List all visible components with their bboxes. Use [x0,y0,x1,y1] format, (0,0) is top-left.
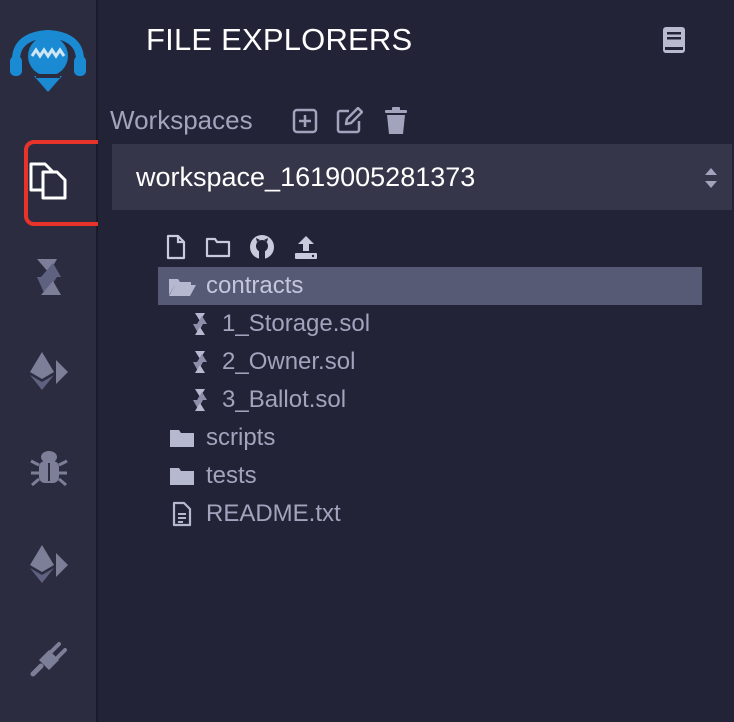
solidity-file-icon [178,350,222,374]
github-icon [250,235,274,259]
trash-icon [385,107,407,134]
tree-folder-tests[interactable]: tests [158,457,257,495]
upload-file-button[interactable] [292,233,320,261]
tree-item-label: 3_Ballot.sol [222,386,347,413]
tree-file-readme[interactable]: README.txt [158,495,341,533]
icon-rail [0,0,98,722]
tree-item-label: 1_Storage.sol [222,310,371,337]
tree-folder-scripts[interactable]: scripts [158,419,275,457]
workspaces-label: Workspaces [110,105,253,135]
folder-icon [158,465,206,487]
new-folder-button[interactable] [204,233,232,261]
rename-workspace-button[interactable] [334,106,364,136]
tree-item-label: README.txt [206,500,341,527]
debugger-icon[interactable] [24,443,74,493]
tree-item-label: scripts [206,424,276,451]
remix-logo-icon[interactable] [6,16,90,96]
file-explorer-icon[interactable] [24,155,74,205]
docs-icon[interactable] [662,26,688,56]
new-file-button[interactable] [162,233,190,261]
workspace-select[interactable]: workspace_1619005281373 [112,144,732,210]
deploy-run-icon[interactable] [24,346,74,396]
plugin-manager-icon[interactable] [24,633,74,683]
plus-square-icon [292,108,318,134]
new-folder-icon [205,237,231,258]
new-file-icon [166,234,186,260]
folder-icon [158,427,206,449]
solidity-compiler-icon[interactable] [24,252,74,302]
tree-file-owner[interactable]: 2_Owner.sol [178,343,355,381]
tree-item-label: 2_Owner.sol [222,348,356,375]
publish-github-button[interactable] [248,233,276,261]
workspace-select-value: workspace_1619005281373 [136,161,476,192]
file-explorer-panel: FILE EXPLORERS Workspaces workspace_1619… [98,0,734,722]
tree-item-label: tests [206,462,257,489]
panel-title: FILE EXPLORERS [146,22,413,57]
text-file-icon [158,501,206,527]
edit-icon [336,107,363,134]
create-workspace-button[interactable] [290,106,320,136]
tree-file-ballot[interactable]: 3_Ballot.sol [178,381,346,419]
solidity-file-icon [178,312,222,336]
ethereum-icon[interactable] [24,539,74,589]
tree-item-label: contracts [206,272,304,299]
folder-open-icon [158,275,206,297]
select-arrows-icon [705,168,717,188]
delete-workspace-button[interactable] [381,106,411,136]
upload-icon [295,236,317,259]
tree-file-storage[interactable]: 1_Storage.sol [178,305,370,343]
solidity-file-icon [178,388,222,412]
tree-folder-contracts[interactable]: contracts [158,267,702,305]
